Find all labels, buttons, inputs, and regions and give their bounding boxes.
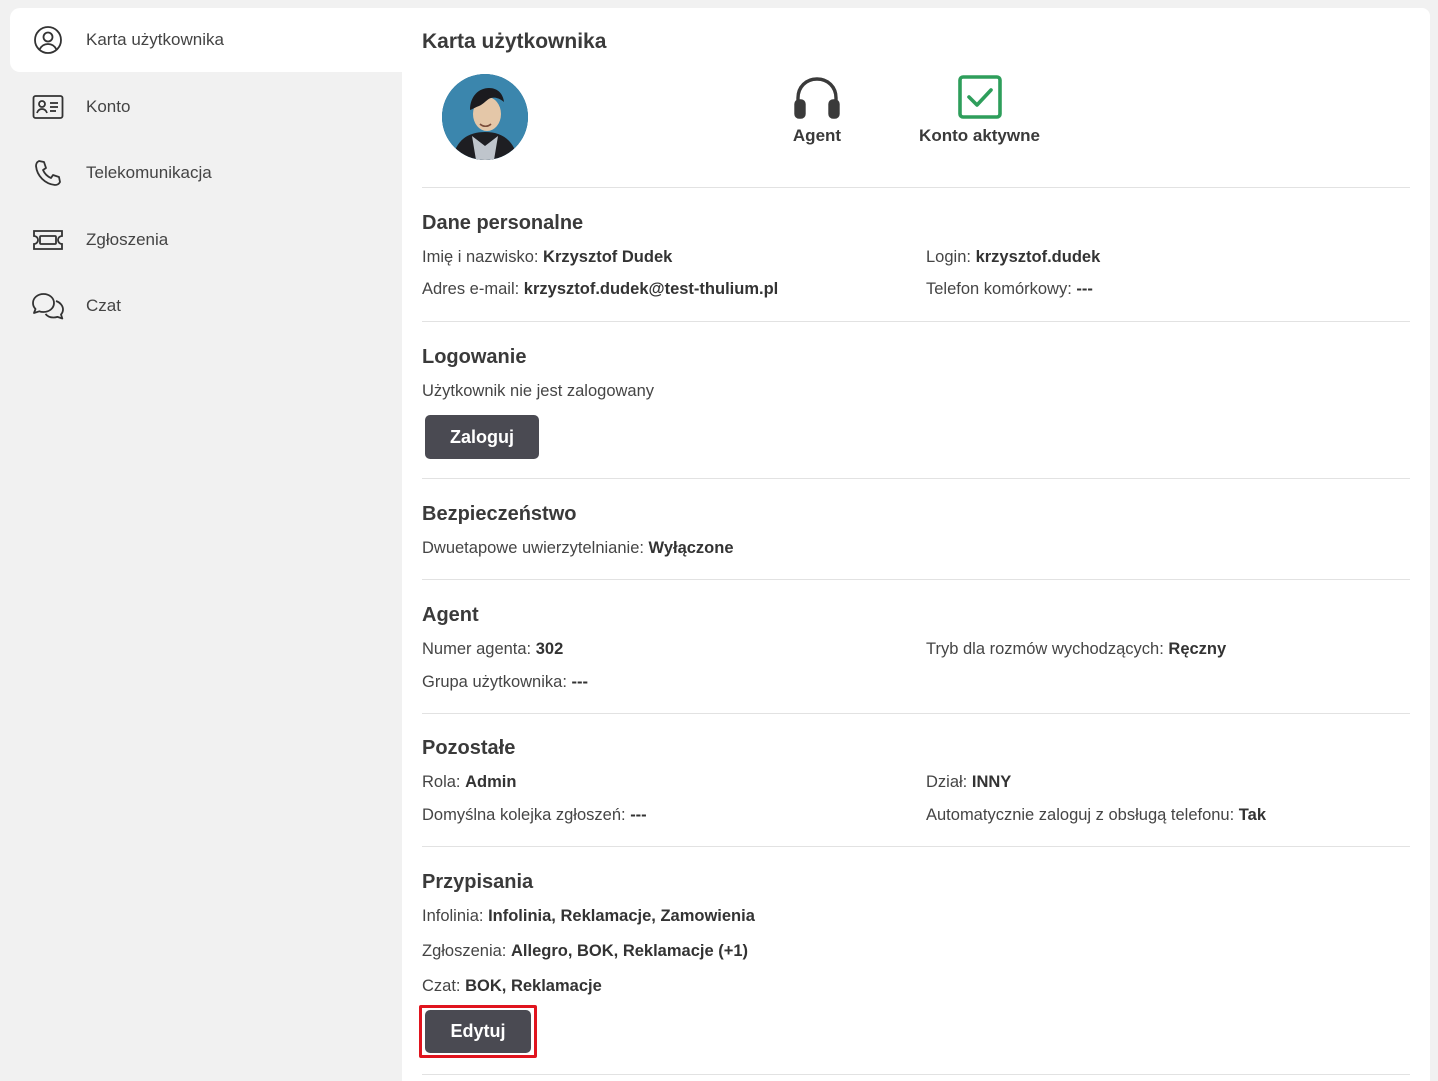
sidebar-item-account[interactable]: Konto <box>10 75 402 139</box>
ticket-icon <box>28 220 68 260</box>
avatar <box>442 74 528 160</box>
login-status-text: Użytkownik nie jest zalogowany <box>422 382 655 400</box>
id-card-icon <box>28 87 68 127</box>
field-agent-number: Numer agenta: 302 <box>422 640 564 658</box>
sidebar-item-telecom[interactable]: Telekomunikacja <box>10 141 402 205</box>
field-email: Adres e-mail: krzysztof.dudek@test-thuli… <box>422 280 779 298</box>
user-card-panel: Karta użytkownika Agent Konto aktywne Da… <box>402 8 1430 1081</box>
divider <box>422 478 1410 479</box>
field-outbound-mode: Tryb dla rozmów wychodzących: Ręczny <box>926 640 1227 658</box>
field-role: Rola: Admin <box>422 773 517 791</box>
account-status-indicator: Konto aktywne <box>912 74 1047 146</box>
login-button[interactable]: Zaloguj <box>425 415 539 459</box>
divider <box>422 846 1410 847</box>
field-chat-assignments: Czat: BOK, Reklamacje <box>422 977 602 995</box>
field-user-group: Grupa użytkownika: --- <box>422 673 588 691</box>
sidebar-item-label: Karta użytkownika <box>86 30 224 49</box>
sidebar-item-user-card[interactable]: Karta użytkownika <box>10 8 402 72</box>
sidebar-item-label: Konto <box>86 97 131 116</box>
headset-icon <box>782 74 852 126</box>
role-indicator: Agent <box>782 74 852 146</box>
checkbox-checked-icon <box>912 74 1047 126</box>
field-two-factor: Dwuetapowe uwierzytelnianie: Wyłączone <box>422 539 734 557</box>
user-circle-icon <box>28 20 68 60</box>
divider <box>422 1074 1410 1075</box>
field-auto-login: Automatycznie zaloguj z obsługą telefonu… <box>926 806 1267 824</box>
section-title-login: Logowanie <box>422 346 527 368</box>
field-mobile-phone: Telefon komórkowy: --- <box>926 280 1093 298</box>
divider <box>422 579 1410 580</box>
account-status-label: Konto aktywne <box>919 126 1040 145</box>
divider <box>422 713 1410 714</box>
field-hotline-assignments: Infolinia: Infolinia, Reklamacje, Zamowi… <box>422 907 755 925</box>
section-title-personal: Dane personalne <box>422 212 584 234</box>
section-title-security: Bezpieczeństwo <box>422 503 577 525</box>
sidebar-item-label: Zgłoszenia <box>86 230 169 249</box>
sidebar-item-chat[interactable]: Czat <box>10 274 402 338</box>
section-title-assignments: Przypisania <box>422 871 534 893</box>
sidebar-item-tickets[interactable]: Zgłoszenia <box>10 208 402 272</box>
phone-icon <box>28 153 68 193</box>
page-title: Karta użytkownika <box>422 30 607 53</box>
divider <box>422 187 1410 188</box>
role-label: Agent <box>792 126 842 145</box>
field-full-name: Imię i nazwisko: Krzysztof Dudek <box>422 248 673 266</box>
sidebar: Karta użytkownika Konto Telekomunikacja <box>0 0 402 1081</box>
field-department: Dział: INNY <box>926 773 1012 791</box>
chat-bubbles-icon <box>28 286 68 326</box>
field-default-queue: Domyślna kolejka zgłoszeń: --- <box>422 806 647 824</box>
edit-button[interactable]: Edytuj <box>425 1010 531 1053</box>
section-title-other: Pozostałe <box>422 737 516 759</box>
sidebar-item-label: Telekomunikacja <box>86 163 212 182</box>
field-login: Login: krzysztof.dudek <box>926 248 1101 266</box>
section-title-agent: Agent <box>422 604 479 626</box>
divider <box>422 321 1410 322</box>
field-ticket-assignments: Zgłoszenia: Allegro, BOK, Reklamacje (+1… <box>422 942 749 960</box>
sidebar-item-label: Czat <box>86 296 121 315</box>
